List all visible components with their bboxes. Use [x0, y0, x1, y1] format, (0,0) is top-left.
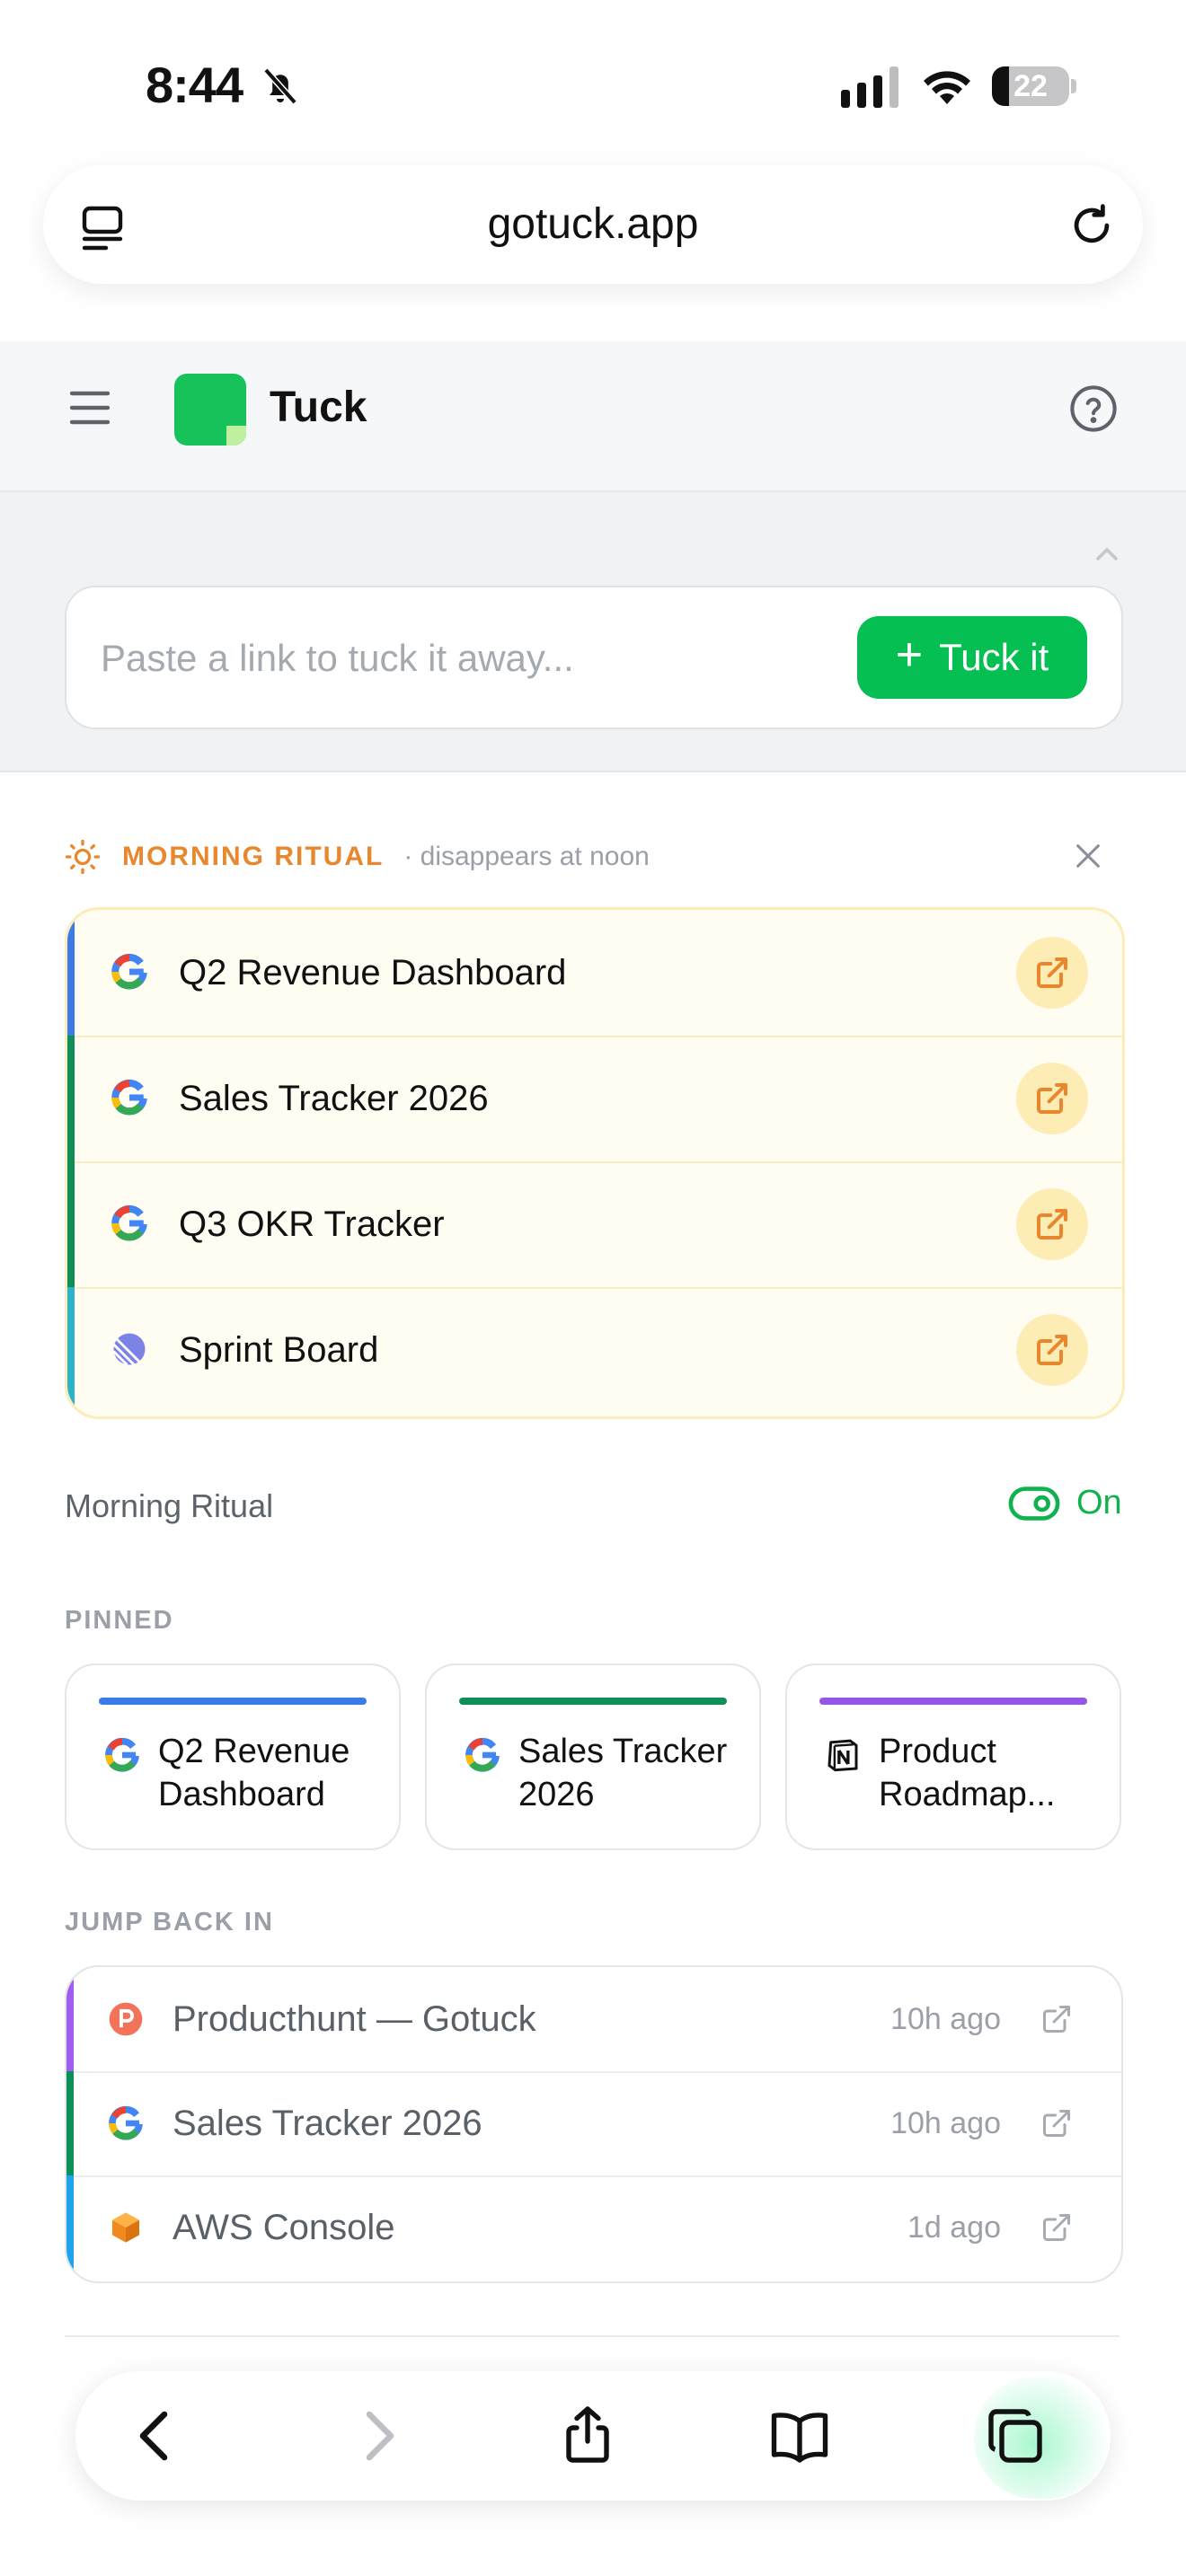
pinned-card[interactable]: Q2 Revenue Dashboard: [65, 1663, 401, 1850]
app-header: Tuck: [0, 341, 1186, 492]
aws-cube-icon: [112, 2212, 139, 2243]
recent-item-label: Sales Tracker 2026: [173, 2104, 482, 2143]
notion-icon: [828, 1739, 858, 1772]
share-icon[interactable]: [555, 2404, 620, 2468]
toggle-on-icon: [1008, 1486, 1060, 1521]
ritual-item[interactable]: Q3 OKR Tracker: [67, 1161, 1122, 1289]
battery-percent: 22: [1013, 69, 1048, 103]
external-link-icon[interactable]: [1040, 2003, 1073, 2035]
link-input-box: + Tuck it: [65, 586, 1123, 729]
google-icon: [465, 1737, 500, 1772]
bell-muted-icon: [263, 67, 297, 105]
pinned-card[interactable]: Product Roadmap...: [785, 1663, 1121, 1850]
recent-item-time: 1d ago: [907, 2210, 1001, 2245]
tuck-it-label: Tuck it: [939, 636, 1049, 678]
recent-item-time: 10h ago: [890, 2106, 1001, 2140]
help-icon[interactable]: [1069, 384, 1118, 433]
jump-back-in-label: JUMP BACK IN: [65, 1908, 274, 1936]
ritual-item[interactable]: Sales Tracker 2026: [67, 1036, 1122, 1163]
ritual-item-label: Sprint Board: [179, 1330, 379, 1370]
google-icon: [111, 954, 147, 990]
google-icon: [111, 1080, 147, 1116]
pinned-title: Sales Tracker 2026: [518, 1733, 728, 1813]
tuck-input-section: + Tuck it: [0, 492, 1186, 772]
recent-item-label: Producthunt — Gotuck: [173, 1999, 536, 2039]
morning-ritual-header: MORNING RITUAL · disappears at noon: [65, 837, 650, 877]
recent-item[interactable]: AWS Console 1d ago: [66, 2175, 1121, 2280]
morning-ritual-title: MORNING RITUAL: [122, 842, 385, 871]
battery-indicator: 22: [992, 66, 1076, 106]
google-icon: [109, 2105, 143, 2140]
forward-icon[interactable]: [345, 2404, 410, 2468]
pinned-section-label: PINNED: [65, 1606, 174, 1635]
status-time: 8:44: [146, 57, 243, 113]
toggle-state: On: [1076, 1484, 1122, 1522]
external-link-icon: [1037, 957, 1067, 988]
open-link-button[interactable]: [1016, 1188, 1088, 1260]
recent-item[interactable]: Sales Tracker 2026 10h ago: [66, 2071, 1121, 2177]
chevron-up-icon[interactable]: [1094, 544, 1120, 562]
recent-item[interactable]: Producthunt — Gotuck 10h ago: [66, 1967, 1121, 2073]
tuck-logo: [174, 374, 246, 446]
tuck-it-button[interactable]: + Tuck it: [857, 616, 1087, 699]
pinned-title: Q2 Revenue Dashboard: [158, 1733, 350, 1813]
ritual-item-label: Q3 OKR Tracker: [179, 1204, 445, 1244]
recent-item-time: 10h ago: [890, 2002, 1001, 2036]
producthunt-icon: [109, 2002, 143, 2036]
jump-back-in-list: Producthunt — Gotuck 10h ago Sales Track…: [65, 1965, 1123, 2283]
close-icon[interactable]: [1073, 841, 1103, 871]
open-link-button[interactable]: [1016, 1063, 1088, 1134]
external-link-icon: [1037, 1209, 1067, 1239]
ritual-item-label: Q2 Revenue Dashboard: [179, 953, 567, 992]
pinned-title: Product Roadmap...: [879, 1733, 1056, 1813]
external-link-icon: [1037, 1335, 1067, 1365]
bookmarks-icon[interactable]: [767, 2404, 832, 2468]
page-menu-icon[interactable]: [79, 203, 126, 253]
sun-icon: [65, 839, 101, 875]
reload-icon[interactable]: [1067, 201, 1116, 250]
pinned-card[interactable]: Sales Tracker 2026: [425, 1663, 761, 1850]
external-link-icon: [1037, 1083, 1067, 1114]
back-icon[interactable]: [124, 2404, 189, 2468]
open-link-button[interactable]: [1016, 937, 1088, 1009]
browser-toolbar: [75, 2371, 1111, 2501]
morning-ritual-list: Q2 Revenue Dashboard Sales Tracker 2026 …: [65, 907, 1125, 1419]
hamburger-menu-icon[interactable]: [68, 388, 111, 428]
ritual-item[interactable]: Q2 Revenue Dashboard: [67, 910, 1122, 1037]
cellular-signal-icon: [841, 66, 898, 108]
external-link-icon[interactable]: [1040, 2107, 1073, 2139]
url-text[interactable]: gotuck.app: [43, 165, 1143, 284]
wifi-icon: [924, 71, 970, 104]
section-divider: [65, 2335, 1120, 2337]
google-icon: [111, 1205, 147, 1241]
linear-icon: [112, 1333, 146, 1366]
external-link-icon[interactable]: [1040, 2211, 1073, 2244]
morning-ritual-subtitle: · disappears at noon: [403, 842, 650, 871]
ritual-item[interactable]: Sprint Board: [67, 1287, 1122, 1413]
app-name: Tuck: [270, 384, 367, 431]
ritual-item-label: Sales Tracker 2026: [179, 1079, 489, 1118]
plus-icon: +: [895, 629, 924, 681]
tabs-overview-icon[interactable]: [983, 2404, 1048, 2468]
morning-ritual-toggle[interactable]: On: [1008, 1484, 1122, 1522]
link-input[interactable]: [99, 587, 821, 729]
recent-item-label: AWS Console: [173, 2208, 395, 2247]
browser-address-bar[interactable]: gotuck.app: [43, 165, 1143, 284]
google-icon: [105, 1737, 139, 1772]
morning-ritual-toggle-label: Morning Ritual: [65, 1487, 274, 1524]
open-link-button[interactable]: [1016, 1314, 1088, 1386]
